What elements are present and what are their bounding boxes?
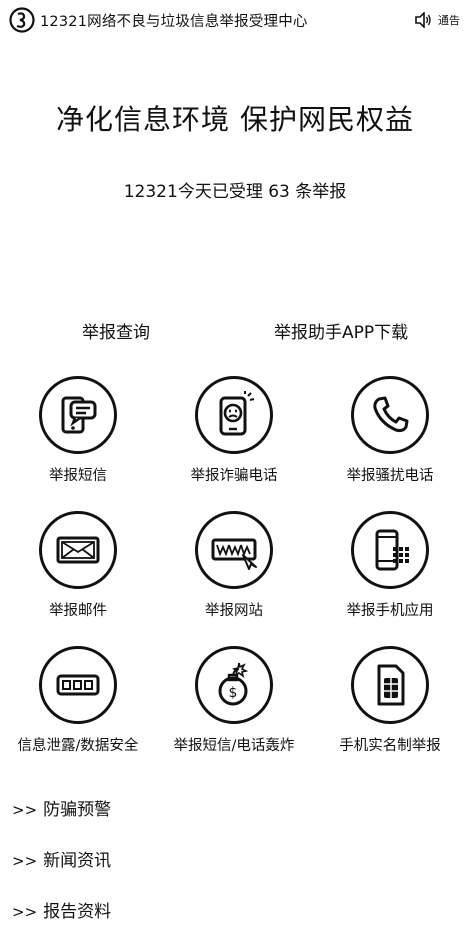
sim-card-icon (377, 664, 405, 706)
section-link-label: 报告资料 (43, 902, 112, 922)
12321-logo-icon[interactable] (8, 6, 36, 34)
svg-text:$: $ (229, 685, 238, 701)
report-mobile-app-circle (351, 511, 429, 589)
section-link-reports[interactable]: >> 报告资料 (12, 897, 111, 922)
speaker-icon (415, 12, 431, 28)
data-leak-icon (56, 674, 100, 696)
report-real-name-label: 手机实名制举报 (339, 738, 441, 754)
notice-label: 通告 (438, 14, 460, 27)
sms-phone-icon (61, 396, 97, 434)
report-sms-item[interactable]: 举报短信 (0, 376, 156, 506)
report-real-name-circle (351, 646, 429, 724)
report-fraud-call-label: 举报诈骗电话 (190, 468, 278, 484)
report-email-circle (39, 511, 117, 589)
section-link-label: 防骗预警 (43, 800, 112, 820)
report-data-leak-circle (39, 646, 117, 724)
report-harass-call-circle (351, 376, 429, 454)
envelope-icon (56, 536, 100, 564)
double-arrow-icon: >> (12, 852, 38, 870)
report-real-name-item[interactable]: 手机实名制举报 (312, 646, 468, 776)
header-bar: 12321网络不良与垃圾信息举报受理中心 通告 (0, 0, 470, 40)
report-data-leak-item[interactable]: 信息泄露/数据安全 (0, 646, 156, 776)
app-title: 12321网络不良与垃圾信息举报受理中心 (40, 14, 308, 30)
report-harass-call-label: 举报骚扰电话 (346, 468, 434, 484)
section-link-anti-fraud[interactable]: >> 防骗预警 (12, 795, 111, 820)
report-harass-call-item[interactable]: 举报骚扰电话 (312, 376, 468, 506)
app-download-link[interactable]: 举报助手APP下载 (274, 318, 408, 343)
report-mobile-app-label: 举报手机应用 (346, 603, 434, 619)
handset-icon (373, 396, 409, 433)
double-arrow-icon: >> (12, 801, 38, 819)
bomb-icon: $ (218, 662, 249, 706)
mobile-app-icon (375, 529, 409, 571)
report-fraud-call-circle (195, 376, 273, 454)
section-link-news[interactable]: >> 新闻资讯 (12, 846, 111, 871)
report-website-circle (195, 511, 273, 589)
report-sms-circle (39, 376, 117, 454)
report-website-item[interactable]: 举报网站 (156, 511, 312, 641)
notice-button[interactable]: 通告 (414, 12, 460, 28)
quick-links: 举报查询 举报助手APP下载 (0, 318, 470, 343)
slogan-heading: 净化信息环境 保护网民权益 (56, 103, 414, 136)
report-website-label: 举报网站 (205, 603, 263, 619)
report-bombing-item[interactable]: $ 举报短信/电话轰炸 (156, 646, 312, 776)
section-link-label: 新闻资讯 (43, 851, 112, 871)
report-query-link[interactable]: 举报查询 (82, 318, 150, 343)
double-arrow-icon: >> (12, 903, 38, 921)
website-www-icon (211, 538, 257, 570)
report-sms-label: 举报短信 (49, 468, 107, 484)
report-fraud-call-item[interactable]: 举报诈骗电话 (156, 376, 312, 506)
report-bombing-circle: $ (195, 646, 273, 724)
report-data-leak-label: 信息泄露/数据安全 (17, 738, 139, 754)
report-mobile-app-item[interactable]: 举报手机应用 (312, 511, 468, 641)
report-email-item[interactable]: 举报邮件 (0, 511, 156, 641)
report-bombing-label: 举报短信/电话轰炸 (173, 738, 295, 754)
report-email-label: 举报邮件 (49, 603, 107, 619)
report-counter: 12321今天已受理 63 条举报 (123, 182, 347, 202)
fraud-phone-icon (219, 391, 255, 436)
